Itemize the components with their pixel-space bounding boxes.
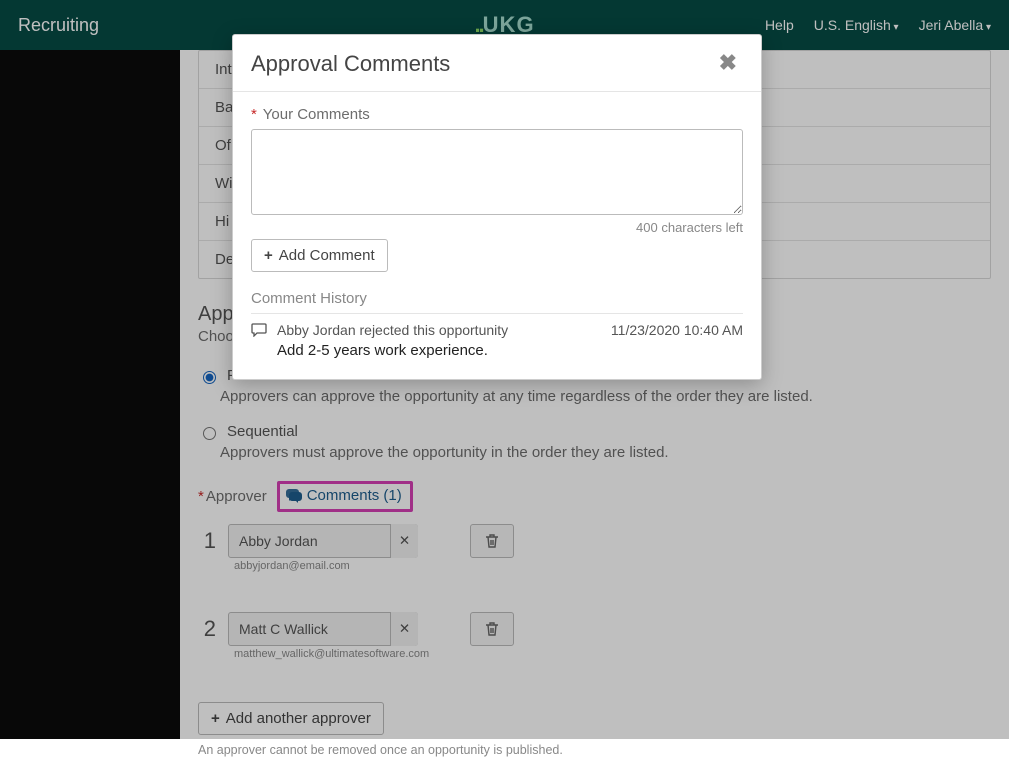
speech-bubble-icon	[251, 323, 267, 337]
approver-footnote: An approver cannot be removed once an op…	[198, 743, 991, 757]
char-counter: 400 characters left	[251, 220, 743, 235]
approval-comments-modal: Approval Comments ✖ * Your Comments 400 …	[232, 34, 762, 380]
add-comment-button[interactable]: + Add Comment	[251, 239, 388, 272]
comment-textarea[interactable]	[251, 129, 743, 215]
history-entry: Abby Jordan rejected this opportunity 11…	[251, 314, 743, 338]
plus-icon: +	[264, 247, 273, 264]
history-action: Abby Jordan rejected this opportunity	[277, 322, 508, 338]
history-timestamp: 11/23/2020 10:40 AM	[611, 322, 743, 338]
close-icon: ✖	[719, 50, 737, 75]
modal-title: Approval Comments	[251, 51, 450, 77]
history-body: Add 2-5 years work experience.	[277, 342, 743, 359]
your-comments-label: * Your Comments	[251, 106, 743, 123]
close-button[interactable]: ✖	[713, 51, 743, 75]
comment-history-title: Comment History	[251, 290, 743, 307]
